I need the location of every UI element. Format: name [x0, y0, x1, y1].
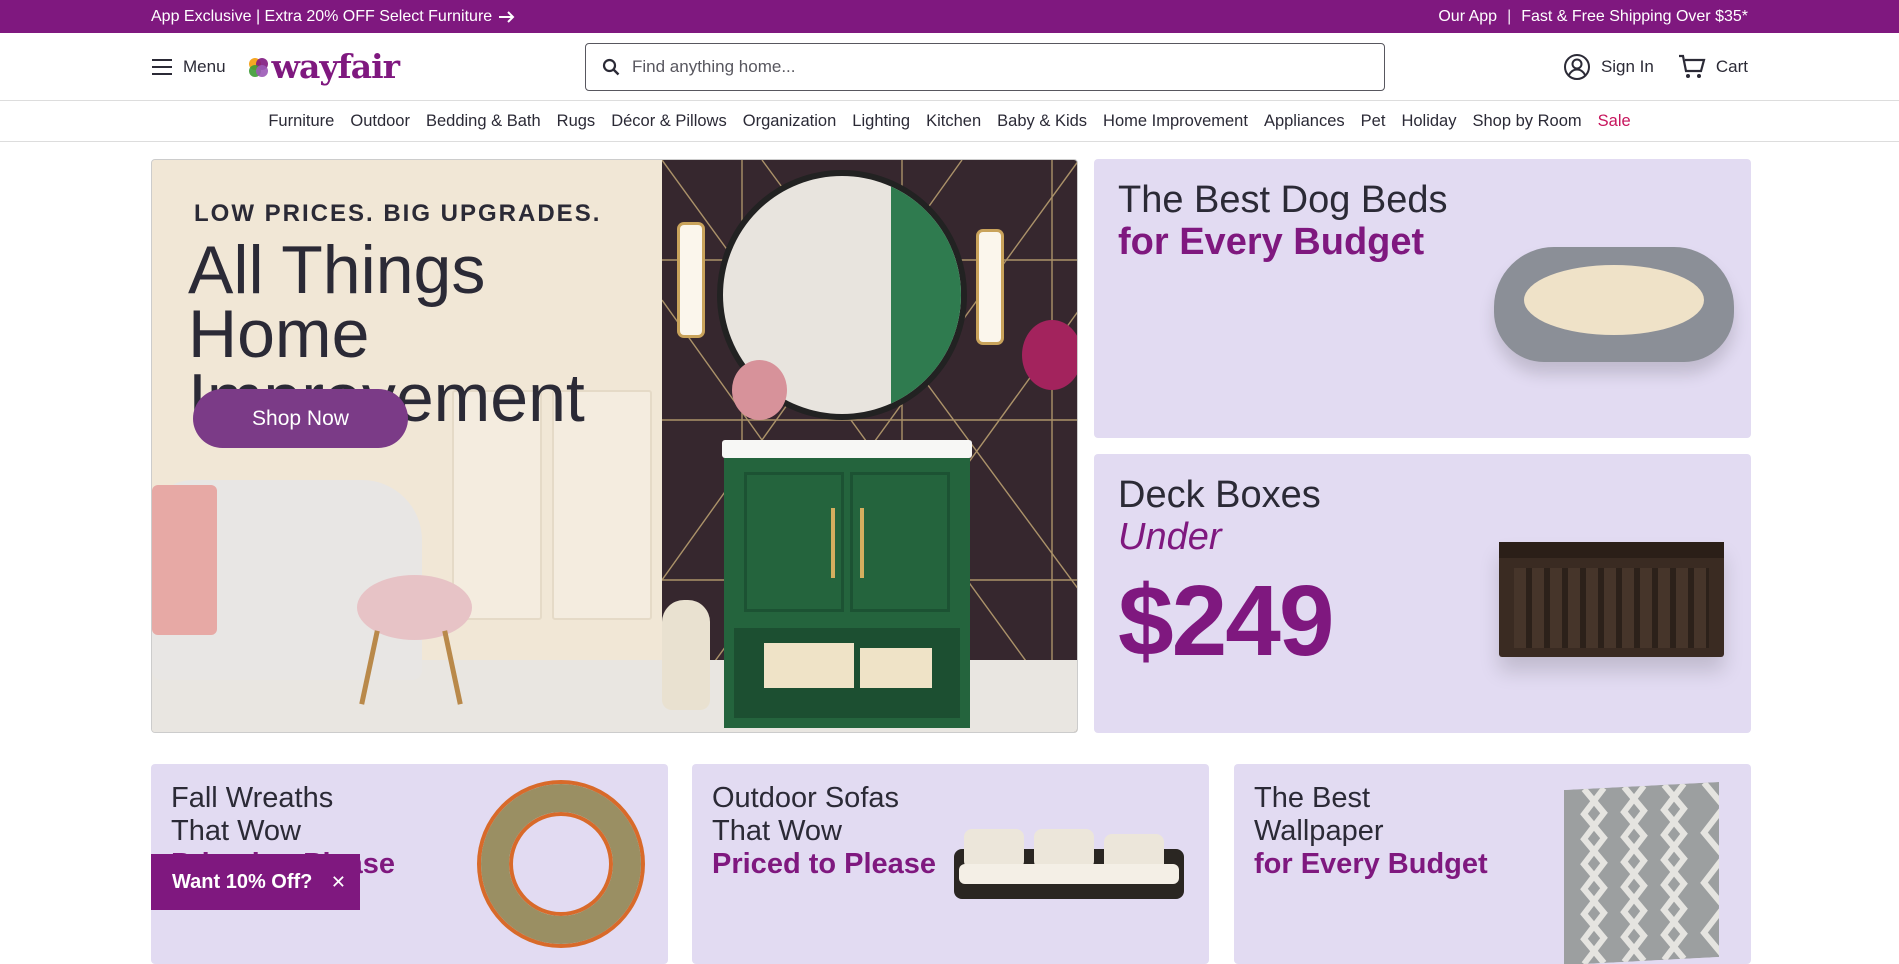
cart-icon	[1678, 54, 1706, 78]
card-title-line2: for Every Budget	[1118, 221, 1425, 263]
card-title-line3: Priced to Please	[712, 848, 937, 880]
nav-item-kitchen[interactable]: Kitchen	[926, 112, 981, 131]
menu-button[interactable]: Menu	[151, 57, 226, 77]
nav-item-lighting[interactable]: Lighting	[852, 112, 910, 131]
cart-button[interactable]: Cart	[1678, 54, 1748, 80]
shop-now-button[interactable]: Shop Now	[193, 389, 408, 448]
card-title-line3: for Every Budget	[1254, 848, 1488, 880]
card-title-line1: The Best Dog Beds	[1118, 179, 1448, 221]
vanity-countertop	[722, 440, 972, 458]
nav-item-organization[interactable]: Organization	[743, 112, 837, 131]
card-title-line2: That Wow	[712, 815, 843, 847]
sign-in-button[interactable]: Sign In	[1563, 53, 1654, 81]
search-bar[interactable]	[585, 43, 1385, 91]
deck-box-image	[1499, 542, 1724, 657]
promo-card-outdoor-sofas[interactable]: Outdoor Sofas That Wow Priced to Please	[692, 764, 1209, 964]
logo-pinwheel-icon	[248, 57, 268, 77]
green-vanity-image	[724, 458, 970, 728]
nav-item-furniture[interactable]: Furniture	[268, 112, 334, 131]
promo-bar: App Exclusive | Extra 20% OFF Select Fur…	[0, 0, 1899, 33]
wreath-image	[481, 784, 641, 944]
hero-section: LOW PRICES. BIG UPGRADES. All Things Hom…	[151, 159, 1751, 733]
nav-item-decor-pillows[interactable]: Décor & Pillows	[611, 112, 727, 131]
promo-separator: |	[1507, 7, 1512, 25]
our-app-link[interactable]: Our App	[1438, 8, 1497, 26]
nav-item-baby-kids[interactable]: Baby & Kids	[997, 112, 1087, 131]
outdoor-sofa-image	[954, 829, 1184, 919]
nav-item-pet[interactable]: Pet	[1361, 112, 1386, 131]
logo-wordmark: wayfair	[271, 47, 400, 86]
promo-app-exclusive-link[interactable]: App Exclusive | Extra 20% OFF Select Fur…	[151, 8, 516, 26]
card-title-line1: The Best	[1254, 782, 1371, 814]
hamburger-icon	[152, 58, 172, 75]
nav-item-home-improvement[interactable]: Home Improvement	[1103, 112, 1248, 131]
menu-label: Menu	[183, 56, 226, 76]
hero-banner[interactable]: LOW PRICES. BIG UPGRADES. All Things Hom…	[151, 159, 1078, 733]
search-icon	[602, 58, 620, 76]
leopard-figurine-image	[662, 600, 710, 710]
deck-box-price: $249	[1118, 565, 1334, 677]
search-input[interactable]	[632, 57, 1332, 77]
promo-card-deck-boxes[interactable]: Deck Boxes Under $249	[1094, 454, 1751, 733]
dog-bed-image	[1494, 247, 1734, 362]
wall-sconce-left	[680, 225, 702, 335]
nav-item-holiday[interactable]: Holiday	[1401, 112, 1456, 131]
flowers-image	[732, 360, 787, 420]
close-icon[interactable]: ✕	[331, 872, 346, 893]
pink-towel-image	[152, 485, 217, 635]
card-title-line2: Wallpaper	[1254, 815, 1384, 847]
sign-in-label: Sign In	[1600, 57, 1654, 76]
card-title-line1: Deck Boxes	[1118, 474, 1321, 516]
hero-kicker: LOW PRICES. BIG UPGRADES.	[194, 200, 602, 227]
arrow-right-icon	[499, 10, 515, 23]
card-title-line1: Fall Wreaths	[171, 782, 334, 814]
account-icon	[1563, 54, 1590, 80]
bottom-promo-row: Fall Wreaths That Wow Priced to Please O…	[151, 764, 1751, 964]
promo-card-wallpaper[interactable]: The Best Wallpaper for Every Budget	[1234, 764, 1751, 964]
wallpaper-sample-image	[1564, 781, 1719, 964]
flowers-right-image	[1022, 320, 1077, 390]
category-nav: Furniture Outdoor Bedding & Bath Rugs Dé…	[0, 101, 1899, 142]
nav-item-shop-by-room[interactable]: Shop by Room	[1472, 112, 1581, 131]
nav-item-rugs[interactable]: Rugs	[557, 112, 596, 131]
card-title-line1: Outdoor Sofas	[712, 782, 899, 814]
nav-item-appliances[interactable]: Appliances	[1264, 112, 1345, 131]
promo-card-dog-beds[interactable]: The Best Dog Beds for Every Budget	[1094, 159, 1751, 438]
site-header: Menu wayfair Sign In	[0, 33, 1899, 101]
card-title-line2: That Wow	[171, 815, 302, 847]
card-title-line2: Under	[1118, 516, 1222, 558]
wall-sconce-right	[979, 232, 1001, 342]
promo-text: App Exclusive | Extra 20% OFF Select Fur…	[151, 7, 493, 25]
nav-item-outdoor[interactable]: Outdoor	[350, 112, 410, 131]
nav-item-bedding-bath[interactable]: Bedding & Bath	[426, 112, 541, 131]
nav-item-sale[interactable]: Sale	[1598, 112, 1631, 131]
offer-label: Want 10% Off?	[172, 870, 313, 893]
cart-label: Cart	[1715, 57, 1748, 76]
discount-offer-tab[interactable]: Want 10% Off? ✕	[151, 854, 360, 910]
free-shipping-link[interactable]: Fast & Free Shipping Over $35*	[1521, 8, 1748, 26]
wayfair-logo[interactable]: wayfair	[246, 47, 400, 86]
